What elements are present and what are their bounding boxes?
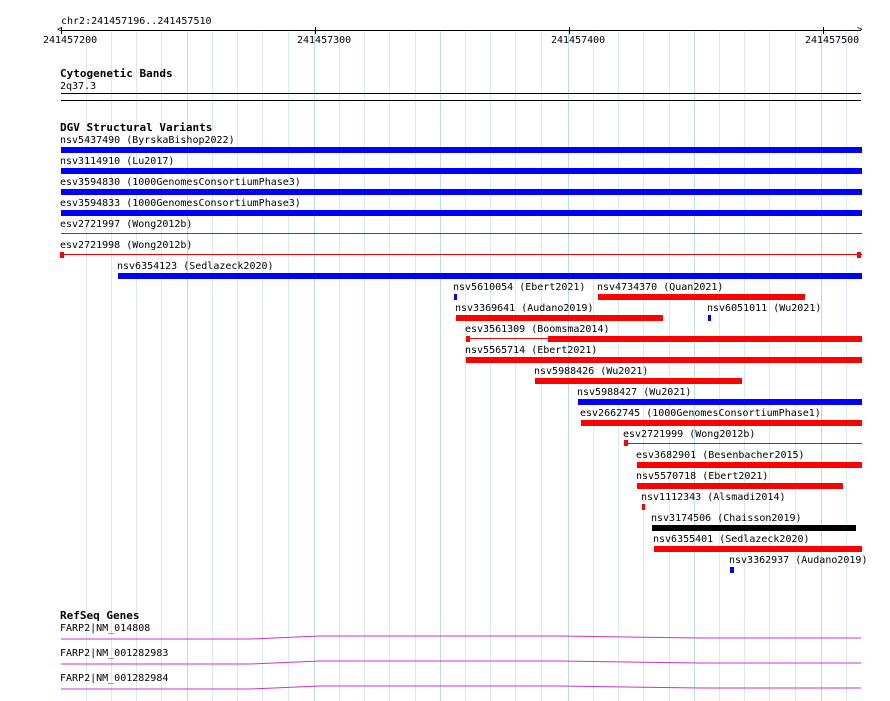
- gene-model[interactable]: [0, 634, 890, 642]
- cytoband-bar-bottom[interactable]: [61, 100, 861, 101]
- variant-bar[interactable]: [61, 189, 862, 195]
- ruler-tick-label: 241457500: [805, 35, 860, 46]
- gene-label: FARP2|NM_001282984: [60, 673, 169, 684]
- gene-model[interactable]: [0, 659, 890, 667]
- feature-label: nsv6354123 (Sedlazeck2020): [117, 261, 274, 272]
- cytoband-label: 2q37.3: [60, 81, 97, 92]
- variant-bar[interactable]: [61, 210, 862, 216]
- variant-bar[interactable]: [454, 294, 457, 300]
- variant-bar[interactable]: [456, 315, 663, 321]
- feature-label: esv3594830 (1000GenomesConsortiumPhase3): [60, 177, 301, 188]
- variant-bar[interactable]: [730, 567, 734, 573]
- feature-label: nsv5988427 (Wu2021): [577, 387, 692, 398]
- feature-label: nsv4734370 (Quan2021): [597, 282, 724, 293]
- feature-label: nsv5570718 (Ebert2021): [636, 471, 769, 482]
- gene-model[interactable]: [0, 684, 890, 692]
- feature-label: esv3561309 (Boomsma2014): [465, 324, 610, 335]
- location-label: chr2:241457196..241457510: [61, 16, 212, 27]
- variant-bar[interactable]: [61, 147, 862, 153]
- variant-bar[interactable]: [61, 168, 862, 174]
- variant-bar[interactable]: [535, 378, 742, 384]
- feature-label: nsv3174506 (Chaisson2019): [651, 513, 802, 524]
- feature-label: nsv1112343 (Alsmadi2014): [641, 492, 786, 503]
- variant-bar[interactable]: [548, 336, 862, 342]
- feature-label: nsv5610054 (Ebert2021): [453, 282, 586, 293]
- feature-label: esv2721997 (Wong2012b): [60, 219, 193, 230]
- feature-label: nsv3114910 (Lu2017): [60, 156, 175, 167]
- variant-cap: [60, 252, 64, 258]
- feature-label: nsv6355401 (Sedlazeck2020): [653, 534, 810, 545]
- feature-label: nsv5565714 (Ebert2021): [465, 345, 598, 356]
- ruler-tick-label: 241457300: [297, 35, 352, 46]
- feature-label: esv2662745 (1000GenomesConsortiumPhase1): [580, 408, 821, 419]
- track-title-refseq[interactable]: RefSeq Genes: [60, 610, 139, 622]
- variant-line[interactable]: [624, 443, 862, 444]
- feature-label: esv3594833 (1000GenomesConsortiumPhase3): [60, 198, 301, 209]
- variant-cap: [857, 252, 861, 258]
- variant-bar[interactable]: [642, 504, 645, 510]
- variant-bar[interactable]: [118, 273, 862, 279]
- gene-label: FARP2|NM_014808: [60, 623, 151, 634]
- feature-label: nsv5437490 (ByrskaBishop2022): [60, 135, 235, 146]
- ruler-tick-label: 241457200: [43, 35, 98, 46]
- variant-bar[interactable]: [652, 525, 856, 531]
- track-title-dgv[interactable]: DGV Structural Variants: [60, 122, 212, 134]
- variant-bar[interactable]: [466, 357, 862, 363]
- cytoband-bar-top: [61, 93, 861, 94]
- gene-label: FARP2|NM_001282983: [60, 648, 169, 659]
- feature-label: nsv3362937 (Audano2019): [729, 555, 868, 566]
- genome-browser-view: chr2:241457196..241457510 < > 241457200 …: [0, 0, 890, 701]
- variant-line[interactable]: [61, 233, 862, 234]
- ruler-tick-label: 241457400: [551, 35, 606, 46]
- feature-label: nsv3369641 (Audano2019): [455, 303, 594, 314]
- feature-label: esv2721999 (Wong2012b): [623, 429, 756, 440]
- variant-bar[interactable]: [637, 483, 843, 489]
- feature-label: nsv6051011 (Wu2021): [707, 303, 822, 314]
- variant-bar[interactable]: [637, 462, 862, 468]
- track-title-cytoband[interactable]: Cytogenetic Bands: [60, 68, 173, 80]
- ruler-axis: [61, 30, 861, 31]
- arrow-right-icon[interactable]: >: [857, 26, 862, 35]
- feature-label: esv3682901 (Besenbacher2015): [636, 450, 805, 461]
- variant-bar[interactable]: [654, 546, 862, 552]
- variant-bar[interactable]: [466, 336, 470, 342]
- variant-bar[interactable]: [581, 420, 862, 426]
- feature-label: nsv5988426 (Wu2021): [534, 366, 649, 377]
- variant-bar[interactable]: [598, 294, 805, 300]
- variant-line: [470, 338, 548, 339]
- variant-bar[interactable]: [578, 399, 862, 405]
- variant-line[interactable]: [61, 254, 862, 255]
- feature-label: esv2721998 (Wong2012b): [60, 240, 193, 251]
- variant-bar[interactable]: [708, 315, 711, 321]
